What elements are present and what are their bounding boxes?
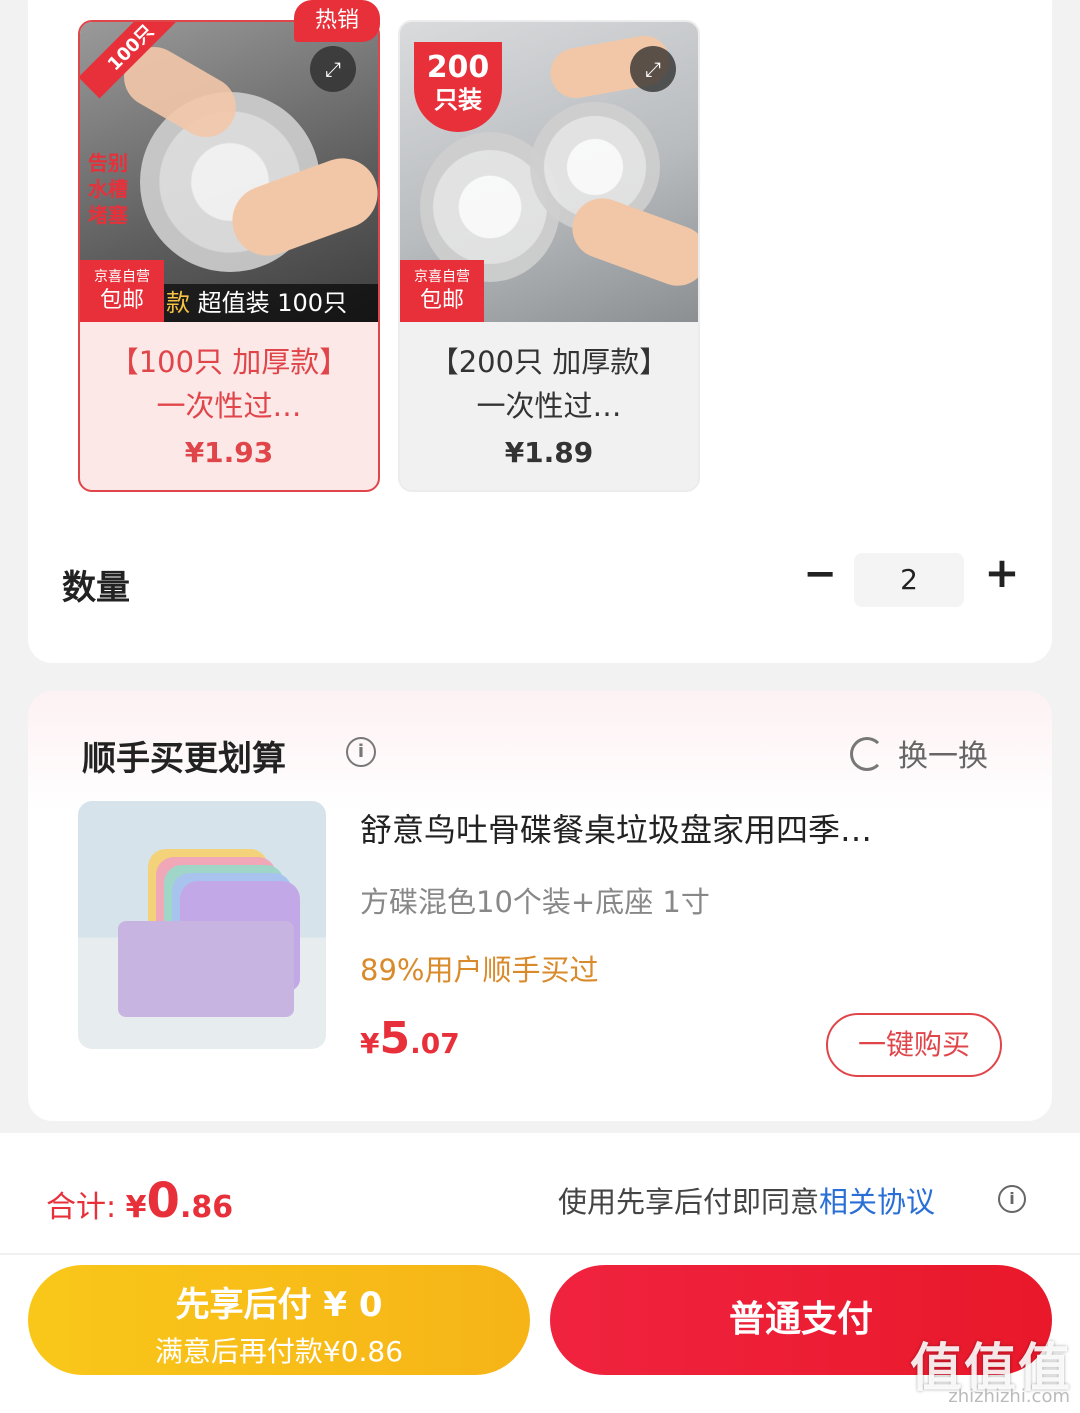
promo-strip: 款 超值装 100只 <box>164 284 378 322</box>
swap-button[interactable]: 换一换 <box>850 731 988 775</box>
bundle-product-name[interactable]: 舒意鸟吐骨碟餐桌垃圾盘家用四季… <box>360 805 1000 851</box>
agreement-link[interactable]: 相关协议 <box>819 1185 935 1219</box>
bundle-product-spec: 方碟混色10个装+底座 1寸 <box>360 885 710 919</box>
refresh-icon <box>850 737 884 771</box>
agreement-notice: 使用先享后付即同意相关协议 <box>558 1179 935 1221</box>
bundle-product-image[interactable] <box>78 801 326 1049</box>
quantity-label: 数量 <box>62 568 130 608</box>
expand-icon[interactable]: ⤢ <box>630 46 676 92</box>
price-currency: ¥ <box>360 1027 380 1060</box>
pay-later-title: 先享后付 ¥ 0 <box>175 1285 383 1325</box>
hot-sale-tag: 热销 <box>294 0 380 42</box>
bundle-purchase-rate: 89%用户顺手买过 <box>360 953 599 987</box>
sku-price: ¥1.89 <box>504 436 594 469</box>
total-decimal: .86 <box>179 1190 234 1225</box>
sku-price: ¥1.93 <box>184 436 274 469</box>
price-integer: 5 <box>379 1013 411 1064</box>
divider <box>0 1253 1080 1255</box>
store-badge: 京喜自营 包邮 <box>400 260 484 322</box>
store-badge-name: 京喜自营 <box>94 269 150 285</box>
pack-size-unit: 只装 <box>434 86 482 114</box>
quantity-plus-button[interactable]: + <box>980 552 1024 596</box>
pack-size-number: 200 <box>426 50 490 85</box>
sku-name: 【100只 加厚款】一次性过… <box>109 345 349 423</box>
total-label: 合计: <box>46 1190 126 1225</box>
promo-strip-highlight: 款 <box>166 289 190 317</box>
info-icon[interactable]: i <box>998 1185 1026 1213</box>
sku-name: 【200只 加厚款】一次性过… <box>429 345 669 423</box>
promo-strip-text: 超值装 100只 <box>197 289 348 317</box>
sku-option-100[interactable]: 100只 告别水槽堵塞 ⤢ 款 超值装 100只 京喜自营 包邮 热销 【100… <box>78 0 380 492</box>
bundle-title: 顺手买更划算 <box>82 739 286 779</box>
total-integer: 0 <box>146 1173 180 1229</box>
sku-selection-card: 100只 告别水槽堵塞 ⤢ 款 超值装 100只 京喜自营 包邮 热销 【100… <box>28 0 1052 663</box>
quantity-input[interactable]: 2 <box>854 553 964 607</box>
pay-later-button[interactable]: 先享后付 ¥ 0 满意后再付款¥0.86 <box>28 1265 530 1375</box>
agreement-text: 使用先享后付即同意 <box>558 1185 820 1219</box>
price-decimal: .07 <box>410 1027 460 1060</box>
order-total: 合计: ¥0.86 <box>46 1173 233 1229</box>
sku-option-200[interactable]: 200 只装 ⤢ 京喜自营 包邮 【200只 加厚款】一次性过… ¥1.89 <box>398 20 700 492</box>
info-icon[interactable]: i <box>346 737 376 767</box>
plate-holder-graphic <box>118 921 294 1017</box>
quantity-minus-button[interactable]: − <box>800 554 840 598</box>
free-shipping-label: 包邮 <box>419 288 464 313</box>
sku-image-200: 200 只装 ⤢ 京喜自营 包邮 <box>400 22 698 322</box>
pack-size-badge: 200 只装 <box>414 42 502 132</box>
free-shipping-label: 包邮 <box>99 288 144 313</box>
total-currency: ¥ <box>125 1190 147 1225</box>
bundle-price: ¥5.07 <box>360 1013 460 1064</box>
one-click-buy-button[interactable]: 一键购买 <box>826 1013 1002 1077</box>
watermark-url: zhizhizhi.com <box>948 1386 1070 1407</box>
store-badge-name: 京喜自营 <box>414 269 470 285</box>
store-badge: 京喜自营 包邮 <box>80 260 164 322</box>
sku-image-100: 100只 告别水槽堵塞 ⤢ 款 超值装 100只 京喜自营 包邮 <box>80 22 378 322</box>
swap-label: 换一换 <box>898 739 988 774</box>
promo-side-text: 告别水槽堵塞 <box>88 151 128 227</box>
pay-later-subtitle: 满意后再付款¥0.86 <box>154 1335 404 1368</box>
bundle-recommendation-card: 顺手买更划算 i 换一换 舒意鸟吐骨碟餐桌垃圾盘家用四季… 方碟混色10个装+底… <box>28 691 1052 1121</box>
expand-icon[interactable]: ⤢ <box>310 46 356 92</box>
